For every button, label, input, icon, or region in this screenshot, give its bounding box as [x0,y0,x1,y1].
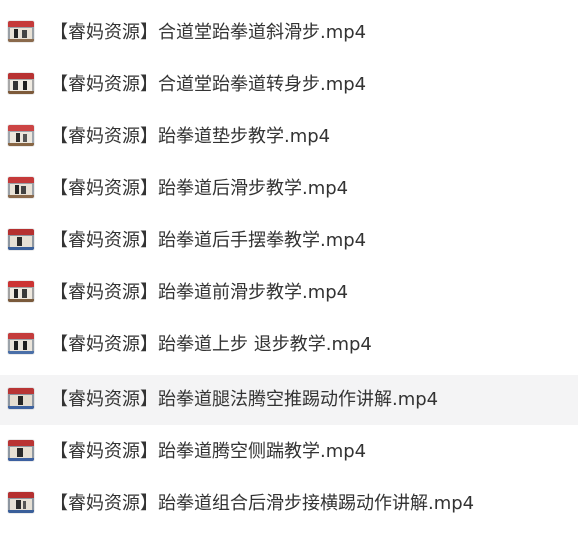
file-row[interactable]: 【睿妈资源】跆拳道垫步教学.mp4 [0,112,578,162]
video-thumbnail-icon [8,21,34,42]
file-row[interactable]: 【睿妈资源】合道堂跆拳道斜滑步.mp4 [0,8,578,58]
video-thumbnail-icon [8,125,34,146]
video-thumbnail-icon [8,492,34,513]
file-name: 【睿妈资源】跆拳道后手摆拳教学.mp4 [50,230,367,251]
file-row[interactable]: 【睿妈资源】跆拳道前滑步教学.mp4 [0,268,578,318]
file-row-hovered[interactable]: 【睿妈资源】跆拳道腿法腾空推踢动作讲解.mp4 [0,375,578,425]
file-row[interactable]: 【睿妈资源】跆拳道腾空侧踹教学.mp4 [0,427,578,477]
file-row[interactable]: 【睿妈资源】跆拳道上步 退步教学.mp4 [0,320,578,370]
file-name: 【睿妈资源】合道堂跆拳道转身步.mp4 [50,74,367,95]
file-row[interactable]: 【睿妈资源】跆拳道组合后滑步接横踢动作讲解.mp4 [0,479,578,529]
video-thumbnail-icon [8,440,34,461]
video-thumbnail-icon [8,73,34,94]
file-name: 【睿妈资源】跆拳道腿法腾空推踢动作讲解.mp4 [50,389,439,410]
file-name: 【睿妈资源】合道堂跆拳道斜滑步.mp4 [50,22,367,43]
file-row[interactable]: 【睿妈资源】跆拳道后手摆拳教学.mp4 [0,216,578,266]
file-name: 【睿妈资源】跆拳道后滑步教学.mp4 [50,178,349,199]
video-thumbnail-icon [8,388,34,409]
file-name: 【睿妈资源】跆拳道腾空侧踹教学.mp4 [50,441,367,462]
file-name: 【睿妈资源】跆拳道前滑步教学.mp4 [50,282,349,303]
video-thumbnail-icon [8,333,34,354]
video-thumbnail-icon [8,281,34,302]
file-name: 【睿妈资源】跆拳道上步 退步教学.mp4 [50,334,372,355]
file-name: 【睿妈资源】跆拳道垫步教学.mp4 [50,126,331,147]
video-thumbnail-icon [8,229,34,250]
file-row[interactable]: 【睿妈资源】合道堂跆拳道转身步.mp4 [0,60,578,110]
video-thumbnail-icon [8,177,34,198]
file-name: 【睿妈资源】跆拳道组合后滑步接横踢动作讲解.mp4 [50,493,475,514]
file-list: 【睿妈资源】合道堂跆拳道斜滑步.mp4 【睿妈资源】合道堂跆拳道转身步.mp4 … [0,0,578,558]
file-row[interactable]: 【睿妈资源】跆拳道后滑步教学.mp4 [0,164,578,214]
